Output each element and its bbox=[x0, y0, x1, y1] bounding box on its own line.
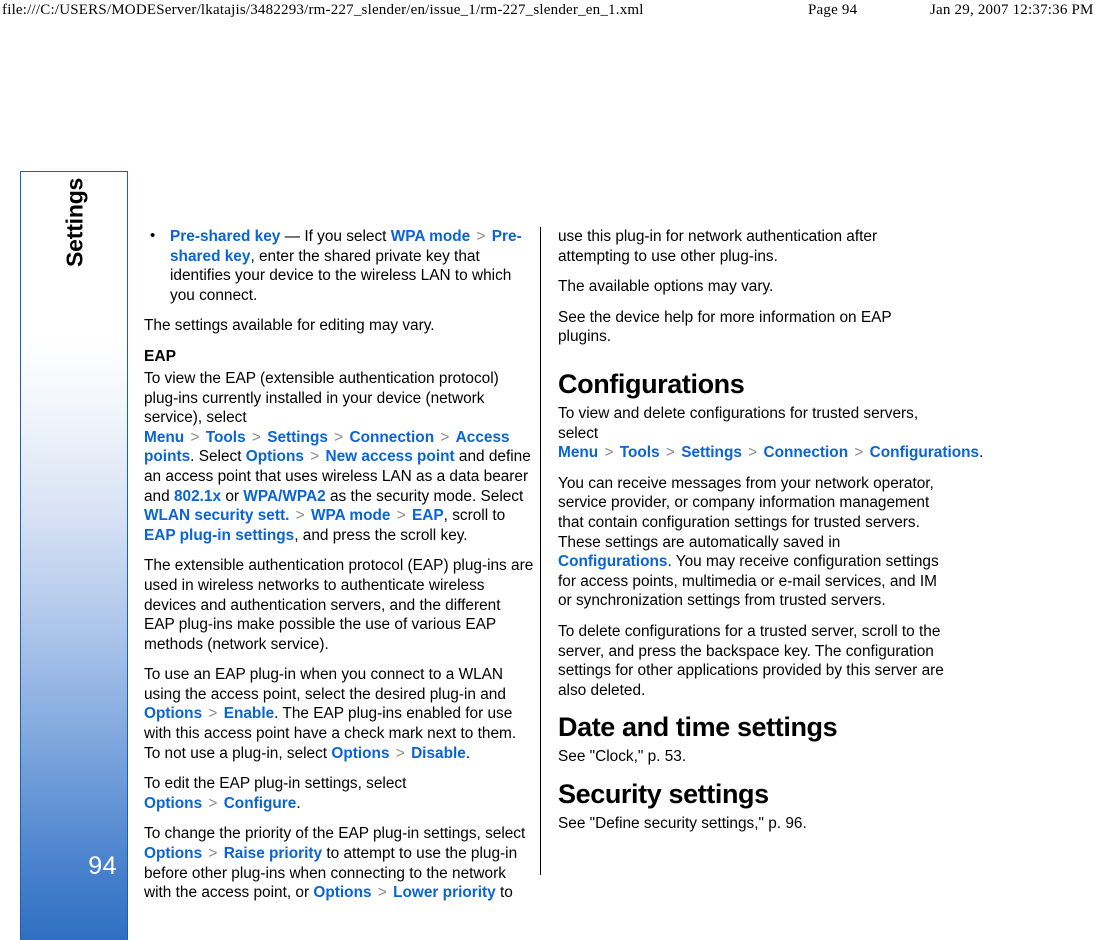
breadcrumb-arrow-icon: > bbox=[436, 428, 454, 446]
heading-security-settings: Security settings bbox=[558, 778, 769, 809]
chapter-tab: Settings 94 bbox=[20, 171, 128, 940]
breadcrumb-arrow-icon: > bbox=[305, 448, 324, 466]
heading-configurations: Configurations bbox=[558, 368, 745, 399]
heading-eap: EAP bbox=[144, 347, 177, 365]
ui-term: Connection bbox=[349, 428, 435, 446]
heading-date-and-time-settings: Date and time settings bbox=[558, 712, 838, 743]
print-header-timestamp: Jan 29, 2007 12:37:36 PM bbox=[930, 2, 1094, 18]
left-text-column: Pre-shared key — If you select WPA mode … bbox=[144, 226, 534, 914]
ui-term: WLAN security sett. bbox=[144, 507, 290, 525]
breadcrumb-arrow-icon: > bbox=[391, 744, 410, 762]
paragraph-configurations-3: To delete configurations for a trusted s… bbox=[558, 622, 944, 699]
ui-term: Options bbox=[144, 705, 203, 723]
column-separator bbox=[540, 227, 541, 875]
ui-term: EAP bbox=[412, 507, 444, 525]
print-header: file:///C:/USERS/MODEServer/lkatajis/348… bbox=[0, 0, 1107, 24]
paragraph-eap-5: To change the priority of the EAP plug-i… bbox=[144, 825, 526, 902]
breadcrumb-arrow-icon: > bbox=[204, 705, 222, 723]
breadcrumb-arrow-icon: > bbox=[329, 428, 348, 446]
breadcrumb-arrow-icon: > bbox=[392, 507, 410, 525]
paragraph-configurations-2: You can receive messages from your netwo… bbox=[558, 474, 939, 610]
ui-term: Options bbox=[245, 448, 304, 466]
paragraph-security: See "Define security settings," p. 96. bbox=[558, 814, 807, 832]
ui-term: Options bbox=[144, 845, 203, 863]
ui-term: 802.1x bbox=[173, 487, 222, 505]
ui-term: EAP plug-in settings bbox=[144, 526, 295, 544]
print-header-page: Page 94 bbox=[808, 2, 858, 18]
ui-term: Options bbox=[144, 794, 203, 812]
document-page: Settings 94 Pre-shared key — If you sele… bbox=[0, 24, 1107, 940]
paragraph-eap-2: The extensible authentication protocol (… bbox=[144, 557, 534, 653]
breadcrumb-arrow-icon: > bbox=[472, 228, 490, 245]
paragraph-eap-3: To use an EAP plug-in when you connect t… bbox=[144, 666, 517, 762]
ui-term: Configurations bbox=[869, 444, 980, 462]
paragraph-options-vary: The available options may vary. bbox=[558, 278, 774, 296]
breadcrumb-arrow-icon: > bbox=[743, 444, 762, 462]
paragraph-date-and-time: See "Clock," p. 53. bbox=[558, 748, 687, 766]
breadcrumb-arrow-icon: > bbox=[204, 794, 222, 812]
breadcrumb-arrow-icon: > bbox=[850, 444, 868, 462]
paragraph-device-help: See the device help for more information… bbox=[558, 308, 892, 346]
ui-term: Options bbox=[313, 884, 372, 902]
ui-term: Settings bbox=[267, 428, 328, 446]
ui-term: Menu bbox=[558, 444, 599, 462]
bullet-item-rich-text: Pre-shared key — If you select WPA mode … bbox=[170, 228, 522, 304]
ui-term: Enable bbox=[223, 705, 275, 723]
breadcrumb-arrow-icon: > bbox=[600, 444, 618, 462]
ui-term: WPA/WPA2 bbox=[243, 487, 326, 505]
paragraph-settings-vary: The settings available for editing may v… bbox=[144, 317, 435, 335]
ui-term: WPA mode bbox=[310, 507, 391, 525]
ui-term: Options bbox=[331, 744, 390, 762]
ui-term: Raise priority bbox=[223, 845, 323, 863]
ui-term: WPA mode bbox=[390, 228, 471, 245]
paragraph-eap-4: To edit the EAP plug-in settings, select… bbox=[144, 775, 407, 812]
ui-term: Pre-shared key bbox=[170, 228, 281, 245]
paragraph-eap-1: To view the EAP (extensible authenticati… bbox=[144, 369, 531, 544]
breadcrumb-arrow-icon: > bbox=[291, 507, 309, 525]
breadcrumb-arrow-icon: > bbox=[373, 884, 392, 902]
ui-term: Connection bbox=[763, 444, 849, 462]
page-number: 94 bbox=[88, 852, 117, 880]
right-text-column: use this plug-in for network authenticat… bbox=[558, 227, 984, 844]
breadcrumb-arrow-icon: > bbox=[247, 428, 266, 446]
print-header-url: file:///C:/USERS/MODEServer/lkatajis/348… bbox=[2, 2, 644, 18]
chapter-tab-label: Settings bbox=[61, 178, 88, 268]
breadcrumb-arrow-icon: > bbox=[186, 428, 204, 446]
paragraph-continued: use this plug-in for network authenticat… bbox=[558, 228, 878, 265]
ui-term: Tools bbox=[619, 444, 660, 462]
ui-term: Menu bbox=[144, 428, 185, 446]
bullet-list: Pre-shared key — If you select WPA mode … bbox=[144, 226, 534, 305]
ui-term: Configurations bbox=[558, 553, 668, 571]
ui-term: Lower priority bbox=[393, 884, 496, 902]
list-item: Pre-shared key — If you select WPA mode … bbox=[144, 226, 534, 305]
ui-term: Tools bbox=[205, 428, 246, 446]
ui-term: New access point bbox=[325, 448, 455, 466]
ui-term: Settings bbox=[681, 444, 742, 462]
breadcrumb-arrow-icon: > bbox=[204, 845, 222, 863]
breadcrumb-arrow-icon: > bbox=[661, 444, 680, 462]
paragraph-configurations-1: To view and delete configurations for tr… bbox=[558, 404, 984, 462]
ui-term: Configure bbox=[223, 794, 297, 812]
ui-term: Disable bbox=[411, 744, 466, 762]
